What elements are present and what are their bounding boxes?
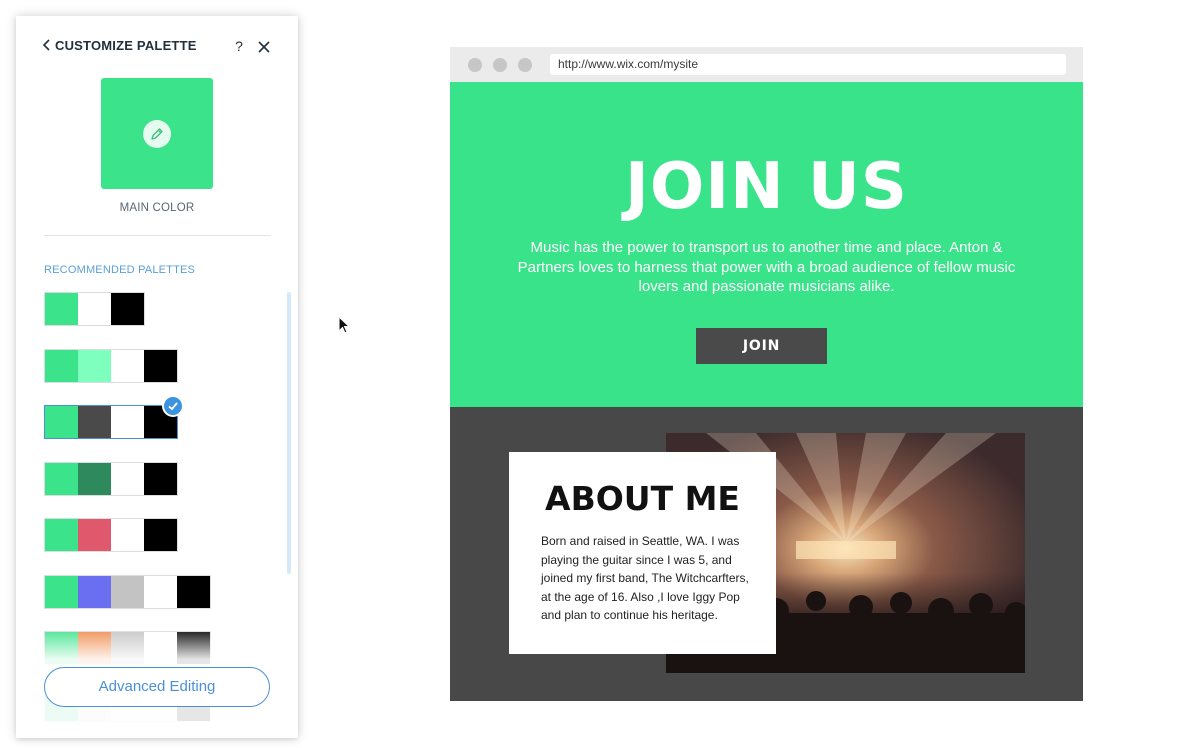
mouse-cursor-icon — [338, 316, 350, 334]
palette-option[interactable] — [44, 574, 211, 609]
palette-color-cell — [78, 519, 111, 551]
hero-text: Music has the power to transport us to a… — [517, 239, 1016, 295]
palette-color-cell — [111, 406, 144, 438]
join-button[interactable]: JOIN — [696, 328, 827, 364]
palette-color-cell — [111, 462, 144, 495]
checkmark-icon — [162, 395, 184, 417]
url-bar[interactable]: http://www.wix.com/mysite — [550, 54, 1066, 75]
palette-color-cell — [144, 575, 177, 608]
about-card: ABOUT ME Born and raised in Seattle, WA.… — [509, 452, 776, 654]
about-text: Born and raised in Seattle, WA. I was pl… — [541, 534, 749, 622]
palette-color-cell — [45, 349, 78, 382]
palette-color-cell — [45, 406, 78, 438]
recommended-palettes-label: RECOMMENDED PALETTES — [44, 264, 196, 276]
advanced-editing-button[interactable]: Advanced Editing — [44, 667, 270, 707]
about-title: ABOUT ME — [545, 479, 740, 518]
palette-color-cell — [111, 575, 144, 608]
window-dot — [493, 58, 507, 72]
window-dot — [468, 58, 482, 72]
divider — [44, 235, 271, 236]
main-color-swatch[interactable] — [101, 78, 213, 189]
panel-title: CUSTOMIZE PALETTE — [55, 38, 197, 53]
panel-header: CUSTOMIZE PALETTE ? — [16, 16, 298, 74]
close-icon[interactable] — [257, 40, 271, 54]
palette-color-cell — [45, 575, 78, 608]
main-color-label: MAIN COLOR — [119, 202, 195, 214]
palette-option[interactable] — [44, 461, 178, 496]
palette-option[interactable] — [44, 292, 145, 326]
palette-color-cell — [78, 293, 111, 325]
help-icon[interactable]: ? — [231, 37, 247, 55]
palette-color-cell — [144, 519, 177, 551]
customize-palette-panel: CUSTOMIZE PALETTE ? MAIN COLOR RECOMMEND… — [16, 16, 298, 738]
palette-color-cell — [78, 349, 111, 382]
about-section: ABOUT ME Born and raised in Seattle, WA.… — [450, 407, 1083, 701]
chevron-left-icon[interactable] — [42, 38, 52, 52]
browser-toolbar: http://www.wix.com/mysite — [450, 47, 1083, 82]
site-preview-browser: http://www.wix.com/mysite JOIN US Music … — [450, 47, 1083, 701]
palette-color-cell — [78, 575, 111, 608]
palette-option[interactable] — [44, 518, 178, 552]
palette-color-cell — [144, 349, 177, 382]
window-dot — [518, 58, 532, 72]
hero-title: JOIN US — [625, 150, 908, 224]
palette-color-cell — [45, 293, 78, 325]
palette-color-cell — [177, 575, 210, 608]
palette-color-cell — [45, 519, 78, 551]
pencil-icon[interactable] — [143, 120, 171, 148]
palette-color-cell — [111, 293, 144, 325]
palette-color-cell — [45, 462, 78, 495]
palette-color-cell — [111, 519, 144, 551]
scrollbar[interactable] — [287, 292, 291, 574]
palette-color-cell — [144, 462, 177, 495]
palette-option[interactable] — [44, 348, 178, 383]
hero-section: JOIN US Music has the power to transport… — [450, 82, 1083, 407]
palette-color-cell — [78, 462, 111, 495]
palette-color-cell — [111, 349, 144, 382]
palette-color-cell — [78, 406, 111, 438]
palette-option[interactable] — [44, 405, 178, 439]
